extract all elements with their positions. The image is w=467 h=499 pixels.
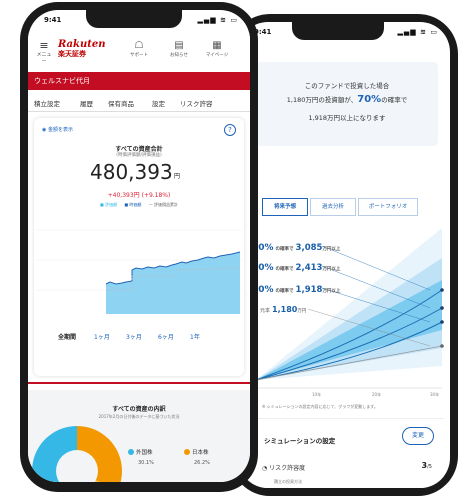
system-status-icons: ▂▄▆ ≋ ▭ <box>397 28 438 36</box>
assets-panel: ◉ 金額を表示 ? すべての資産合計 (時価評価額/評価損益) 480,393 … <box>34 118 244 376</box>
tab-holdings[interactable]: 保有商品 <box>108 98 134 108</box>
period-3m[interactable]: 3ヶ月 <box>122 328 146 344</box>
label-50pct: 50% の確率で 2,413万円以上 <box>252 263 341 273</box>
period-6m[interactable]: 6ヶ月 <box>154 328 178 344</box>
x-tick-10: 10年 <box>312 391 321 397</box>
help-icon[interactable]: ? <box>224 124 236 136</box>
asset-history-chart <box>36 229 242 314</box>
menu-label: メニュー <box>36 52 52 65</box>
phone-right: 9:41 ▂▄▆ ≋ ▭ このファンドで投資した場合 1,180万円の投資額が、… <box>230 14 458 496</box>
logo-en: Rakuten <box>58 39 106 50</box>
notice-icon: ▤ <box>174 40 184 51</box>
profit-loss: +40,393円 (+9.18%) <box>107 192 171 199</box>
risk-subtext: 積立の投資方法 <box>274 479 302 484</box>
simulation-summary: このファンドで投資した場合 1,180万円の投資額が、70%の確率で 1,918… <box>256 62 438 146</box>
legend-market: ■ 時価額 <box>124 202 142 207</box>
valuation-area <box>106 252 240 314</box>
tab-risk-tolerance[interactable]: リスク許容 <box>180 98 213 108</box>
account-bar[interactable]: ウェルスナビ代月 <box>28 72 250 90</box>
section-divider <box>28 382 250 384</box>
asset-breakdown: すべての資産の内訳 2017年2月の日付後のデータに基づいた状況 外国株 30.… <box>28 390 250 482</box>
total-assets-unit: 円 <box>174 173 181 180</box>
simulation-screen: 9:41 ▂▄▆ ≋ ▭ このファンドで投資した場合 1,180万円の投資額が、… <box>238 22 450 488</box>
risk-tolerance-row: ◔ リスク許容度 3/5 <box>262 461 432 475</box>
portfolio-tabs: 積立設定 履歴 保有商品 設定 リスク許容 <box>28 92 250 112</box>
period-all[interactable]: 全期間 <box>54 328 80 344</box>
legend-cumulative: — 評価損益累計 <box>148 202 178 207</box>
x-tick-30: 30年 <box>430 391 439 397</box>
x-tick-20: 20年 <box>372 391 381 397</box>
period-selector: 全期間 1ヶ月 3ヶ月 6ヶ月 1年 <box>34 328 244 346</box>
total-assets-value: 480,393 <box>90 160 173 184</box>
tab-settings[interactable]: 設定 <box>152 98 165 108</box>
label-70pct: 70% の確率で 1,918万円以上 <box>252 285 341 295</box>
japan-color-dot <box>184 449 190 455</box>
chat-icon: ☖ <box>134 40 144 51</box>
breakdown-pct-japan: 26.2% <box>194 460 210 466</box>
support-button[interactable]: ☖ サポート <box>126 40 152 58</box>
marker-50pct <box>440 306 444 310</box>
system-status-icons: ▂▄▆ ≋ ▭ <box>197 16 238 24</box>
marker-70pct <box>440 320 444 324</box>
notice-button[interactable]: ▤ お知らせ <box>166 40 192 58</box>
show-amount-toggle[interactable]: ◉ 金額を表示 <box>42 126 73 133</box>
notch <box>86 10 182 28</box>
tab-portfolio[interactable]: ポートフォリオ <box>358 198 418 216</box>
status-time: 9:41 <box>44 16 62 24</box>
logo-jp: 楽天証券 <box>58 50 86 58</box>
menu-button[interactable]: ≡ メニュー <box>36 40 52 65</box>
marker-30pct <box>440 288 444 292</box>
total-assets-subtitle: (時価評価額/評価損益) <box>116 153 162 158</box>
foreign-color-dot <box>128 449 134 455</box>
breakdown-item-foreign: 外国株 <box>128 448 153 456</box>
period-1y[interactable]: 1年 <box>186 328 204 344</box>
chart-legend: ■ 評価額 ■ 時価額 — 評価損益累計 <box>34 202 244 208</box>
label-principal: 元本 1,180万円 <box>260 305 307 314</box>
breakdown-title: すべての資産の内訳 <box>112 406 166 413</box>
tab-future-forecast[interactable]: 将来予想 <box>262 198 308 216</box>
mypage-button[interactable]: ▦ マイページ <box>204 40 230 58</box>
period-1m[interactable]: 1ヶ月 <box>90 328 114 344</box>
portfolio-screen: 9:41 ▂▄▆ ≋ ▭ ≡ メニュー Rakuten 楽天証券 ☖ サポート … <box>28 10 250 482</box>
breakdown-item-japan: 日本株 <box>184 448 209 456</box>
summary-line-2: 1,180万円の投資額が、70%の確率で <box>286 94 408 105</box>
app-header: ≡ メニュー Rakuten 楽天証券 ☖ サポート ▤ お知らせ ▦ マイペー… <box>28 32 250 72</box>
breakdown-subtitle: 2017年2月の日付後のデータに基づいた状況 <box>98 414 180 419</box>
change-settings-button[interactable]: 変更 <box>402 427 434 445</box>
label-30pct: 30% の確率で 3,085万円以上 <box>252 243 341 253</box>
risk-label: リスク許容度 <box>269 465 306 472</box>
tab-past-analysis[interactable]: 過去分析 <box>310 198 356 216</box>
settings-title: シミュレーションの設定 <box>264 437 336 445</box>
breakdown-pct-foreign: 30.1% <box>138 460 154 466</box>
mypage-icon: ▦ <box>212 40 222 51</box>
hamburger-icon: ≡ <box>39 39 49 52</box>
tab-history[interactable]: 履歴 <box>80 98 93 108</box>
phone-left: 9:41 ▂▄▆ ≋ ▭ ≡ メニュー Rakuten 楽天証券 ☖ サポート … <box>20 2 258 492</box>
marker-principal <box>440 344 444 348</box>
allocation-donut-chart <box>32 426 122 482</box>
summary-line-3: 1,918万円以上になります <box>308 114 386 122</box>
legend-valuation: ■ 評価額 <box>100 202 118 207</box>
stage: 9:41 ▂▄▆ ≋ ▭ このファンドで投資した場合 1,180万円の投資額が、… <box>0 0 467 499</box>
tab-recurring-settings[interactable]: 積立設定 <box>34 98 60 108</box>
notch <box>292 22 384 40</box>
risk-value: 3/5 <box>421 461 432 470</box>
simulation-note: ※ シミュレーションの設定内容に応じて、グラフが変動します。 <box>262 404 378 409</box>
rakuten-logo[interactable]: Rakuten 楽天証券 <box>58 39 106 59</box>
simulation-settings: シミュレーションの設定 変更 ◔ リスク許容度 3/5 積立の投資方法 <box>252 418 444 488</box>
summary-line-1: このファンドで投資した場合 <box>304 82 390 90</box>
simulation-chart: 30% の確率で 3,085万円以上 50% の確率で 2,413万円以上 70% の確率… <box>252 228 444 397</box>
